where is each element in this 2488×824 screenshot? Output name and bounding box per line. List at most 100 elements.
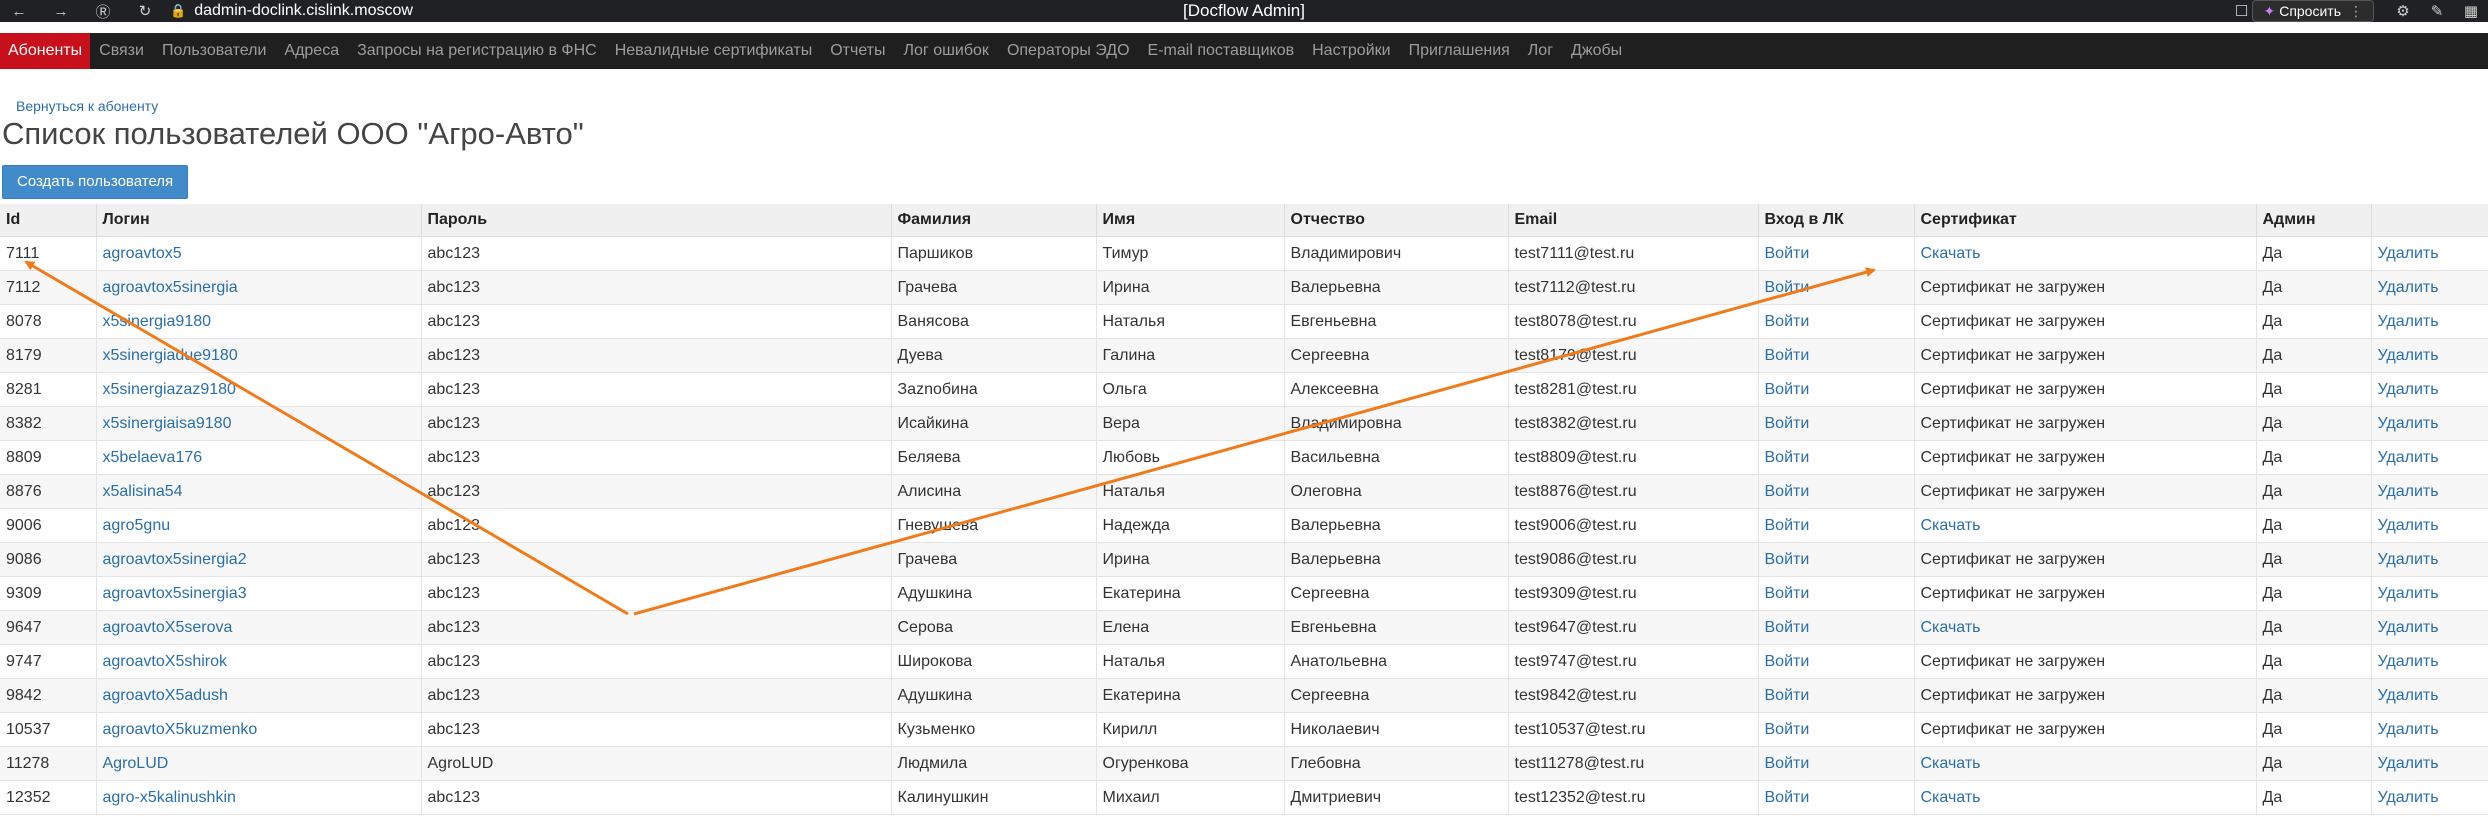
login-as-link[interactable]: Войти [1765,619,1810,636]
login-link[interactable]: agroavtox5sinergia3 [103,585,247,602]
login-link[interactable]: x5belaeva176 [103,449,203,466]
login-link[interactable]: agroavtoX5adush [103,687,228,704]
login-as-link[interactable]: Войти [1765,517,1810,534]
delete-link[interactable]: Удалить [2378,789,2439,806]
login-link[interactable]: x5sinergia9180 [103,313,212,330]
download-certificate-link[interactable]: Скачать [1921,619,1981,636]
login-link[interactable]: x5sinergiazaz9180 [103,381,236,398]
login-as-link[interactable]: Войти [1765,585,1810,602]
nav-item-3[interactable]: Адреса [275,33,348,69]
login-link[interactable]: agroavtoX5kuzmenko [103,721,258,738]
nav-item-9[interactable]: E-mail поставщиков [1139,33,1304,69]
admin-cell: Да [2256,406,2372,441]
login-as-link[interactable]: Войти [1765,483,1810,500]
login-link[interactable]: agroavtox5 [103,245,182,262]
id-cell: 8876 [0,474,97,509]
shield-icon[interactable]: Ⓡ [92,0,114,22]
panel-icon[interactable]: ▦ [2460,0,2482,22]
download-certificate-link[interactable]: Скачать [1921,517,1981,534]
first-name-cell: Елена [1102,618,1150,636]
create-user-button[interactable]: Создать пользователя [2,165,189,199]
nav-item-6[interactable]: Отчеты [821,33,894,69]
back-arrow-icon[interactable]: ← [8,0,30,22]
nav-item-4[interactable]: Запросы на регистрацию в ФНС [348,33,606,69]
login-link[interactable]: agroavtox5sinergia2 [103,551,247,568]
admin-cell: Да [2256,372,2372,407]
login-link[interactable]: x5alisina54 [103,483,183,500]
login-as-link[interactable]: Войти [1765,279,1810,296]
admin-cell: Да [2256,270,2372,305]
download-certificate-link[interactable]: Скачать [1921,755,1981,772]
nav-item-0[interactable]: Абоненты [0,33,91,69]
delete-link[interactable]: Удалить [2378,687,2439,704]
delete-link[interactable]: Удалить [2378,755,2439,772]
address-bar[interactable]: 🔒 dadmin-doclink.cislink.moscow [170,2,413,20]
more-dots-icon[interactable]: ⋮ [2349,3,2363,20]
delete-link[interactable]: Удалить [2378,347,2439,364]
login-as-link[interactable]: Войти [1765,347,1810,364]
delete-link[interactable]: Удалить [2378,653,2439,670]
login-as-link[interactable]: Войти [1765,449,1810,466]
login-link[interactable]: agro5gnu [103,517,171,534]
delete-link[interactable]: Удалить [2378,551,2439,568]
nav-item-5[interactable]: Невалидные сертификаты [606,33,822,69]
nav-item-13[interactable]: Джобы [1562,33,1631,69]
login-as-link[interactable]: Войти [1765,653,1810,670]
login-as-link[interactable]: Войти [1765,313,1810,330]
extension-icon[interactable]: ⚙ [2392,0,2414,22]
login-as-link[interactable]: Войти [1765,245,1810,262]
login-link[interactable]: agroavtox5sinergia [103,279,238,296]
login-as-link[interactable]: Войти [1765,381,1810,398]
ask-button[interactable]: ✦ Спросить ⋮ [2252,0,2374,22]
login-as-link[interactable]: Войти [1765,789,1810,806]
middle-name-cell: Алексеевна [1290,380,1379,398]
download-certificate-link[interactable]: Скачать [1921,789,1981,806]
login-cell: agro5gnu [96,508,422,543]
nav-item-7[interactable]: Лог ошибок [895,33,998,69]
login-link[interactable]: agroavtoX5serova [103,619,233,636]
email-cell: test7112@test.ru [1514,278,1636,296]
middle-name-cell: Валерьевна [1284,270,1509,305]
admin-cell: Да [2262,448,2283,466]
login-link[interactable]: x5sinergiadue9180 [103,347,238,364]
login-as-link[interactable]: Войти [1765,687,1810,704]
reload-icon[interactable]: ↻ [134,0,156,22]
email-cell: test7111@test.ru [1514,244,1635,262]
login-link[interactable]: x5sinergiaisa9180 [103,415,232,432]
delete-link[interactable]: Удалить [2378,585,2439,602]
nav-item-2[interactable]: Пользователи [153,33,275,69]
first-name-cell: Кирилл [1096,712,1285,747]
delete-link[interactable]: Удалить [2378,721,2439,738]
delete-link[interactable]: Удалить [2378,517,2439,534]
delete-cell: Удалить [2371,610,2488,645]
delete-link[interactable]: Удалить [2378,483,2439,500]
download-certificate-link[interactable]: Скачать [1921,245,1981,262]
login-as-link[interactable]: Войти [1765,755,1810,772]
login-as-link[interactable]: Войти [1765,551,1810,568]
nav-item-8[interactable]: Операторы ЭДО [998,33,1139,69]
login-as-link[interactable]: Войти [1765,415,1810,432]
nav-item-10[interactable]: Настройки [1303,33,1399,69]
login-as-link[interactable]: Войти [1765,721,1810,738]
nav-item-1[interactable]: Связи [90,33,153,69]
back-to-subscriber-link[interactable]: Вернуться к абоненту [16,98,158,114]
delete-link[interactable]: Удалить [2378,381,2439,398]
login-link[interactable]: agroavtoX5shirok [103,653,228,670]
password-cell: abc123 [421,508,892,543]
nav-item-12[interactable]: Лог [1519,33,1562,69]
password-cell: abc123 [427,652,481,670]
delete-link[interactable]: Удалить [2378,619,2439,636]
middle-name-cell: Сергеевна [1284,678,1509,713]
bookmark-icon[interactable]: ☐ [2230,0,2252,22]
delete-link[interactable]: Удалить [2378,279,2439,296]
nav-item-11[interactable]: Приглашения [1400,33,1519,69]
delete-link[interactable]: Удалить [2378,415,2439,432]
edit-icon[interactable]: ✎ [2426,0,2448,22]
delete-link[interactable]: Удалить [2378,313,2439,330]
login-link[interactable]: AgroLUD [103,755,169,772]
email-cell: test9086@test.ru [1508,542,1759,577]
delete-link[interactable]: Удалить [2378,449,2439,466]
forward-arrow-icon[interactable]: → [50,0,72,22]
delete-link[interactable]: Удалить [2378,245,2439,262]
login-link[interactable]: agro-x5kalinushkin [103,789,236,806]
